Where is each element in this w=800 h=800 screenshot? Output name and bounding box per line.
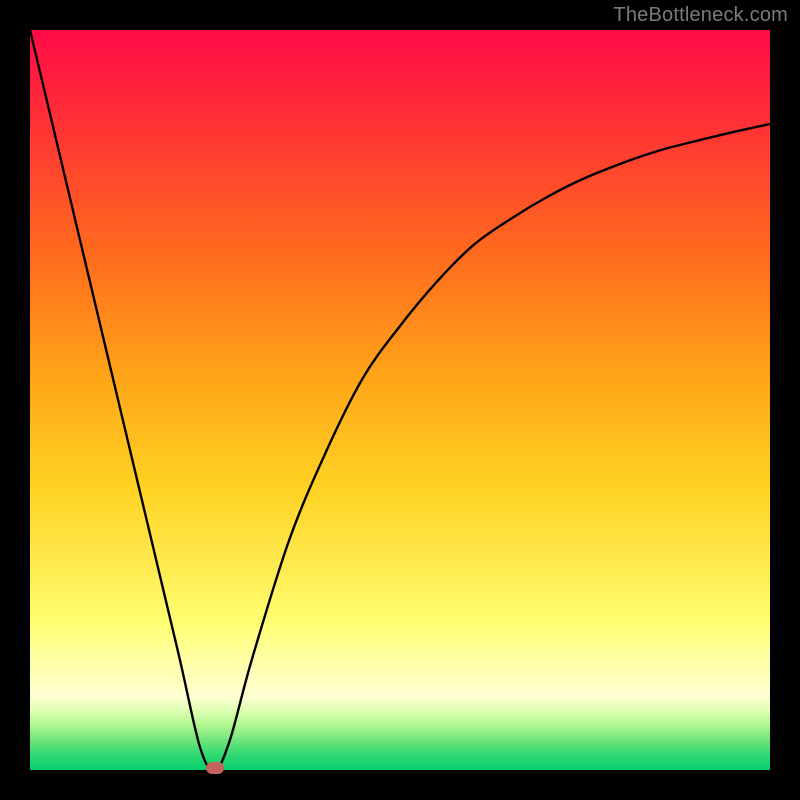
chart-frame: TheBottleneck.com	[0, 0, 800, 800]
plot-area	[30, 30, 770, 770]
watermark-text: TheBottleneck.com	[613, 4, 788, 27]
bottleneck-curve	[30, 30, 770, 770]
optimum-marker	[206, 762, 224, 774]
